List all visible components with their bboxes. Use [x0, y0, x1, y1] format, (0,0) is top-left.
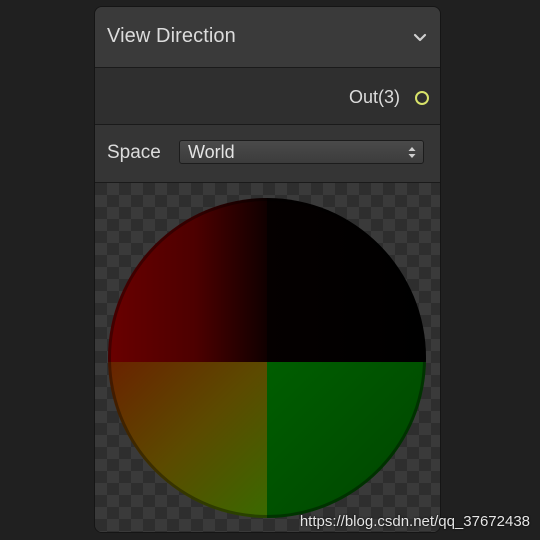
node-header[interactable]: View Direction — [95, 7, 440, 68]
up-down-arrows-icon — [408, 147, 416, 158]
settings-row: Space World — [95, 125, 440, 183]
watermark-url: https://blog.csdn.net/qq_37672438 — [299, 513, 530, 530]
chevron-down-icon — [413, 33, 427, 42]
output-ports-row: Out(3) — [95, 68, 440, 125]
node-title: View Direction — [107, 25, 236, 47]
space-dropdown[interactable]: World — [179, 140, 424, 164]
space-label: Space — [107, 142, 161, 163]
preview-sphere — [108, 198, 426, 518]
space-dropdown-value: World — [188, 142, 235, 162]
output-port-label: Out(3) — [348, 87, 400, 107]
collapse-button[interactable] — [408, 25, 432, 49]
view-direction-node[interactable]: View Direction Out(3) Space World — [94, 6, 441, 533]
output-port-connector[interactable] — [415, 91, 429, 105]
node-preview — [95, 183, 440, 532]
